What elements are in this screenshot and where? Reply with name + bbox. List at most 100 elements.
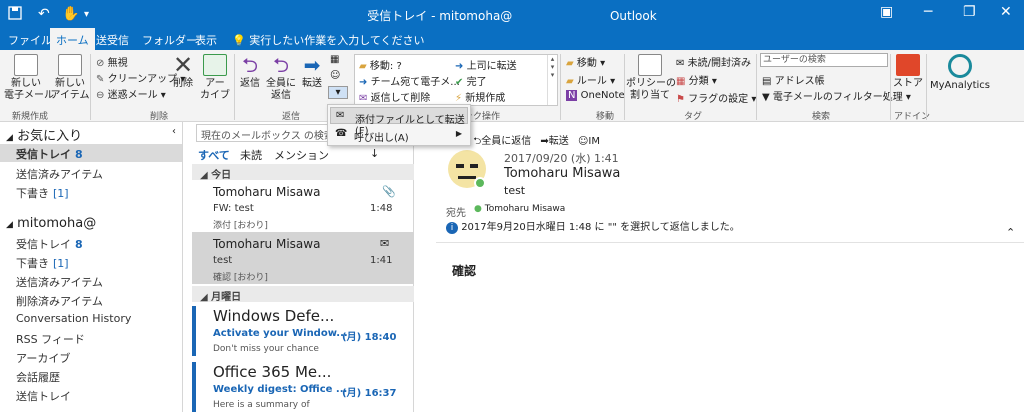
qs-done[interactable]: ✔ 完了	[455, 73, 487, 88]
folder-item-drafts-fav[interactable]: 下書き [1]	[16, 185, 69, 201]
ignore-button[interactable]: ⊘ 無視	[96, 54, 128, 69]
qs-to-manager[interactable]: ➜ 上司に転送	[455, 57, 517, 72]
categorize-button[interactable]: ▦ 分類 ▾	[676, 72, 717, 87]
qs-move[interactable]: ▰ 移動: ?	[359, 57, 402, 72]
message-list: 現在のメールボックス の検索 すべて 未読 メンション ↓ ◢ 今日 Tomoh…	[192, 122, 414, 412]
list-item[interactable]: Windows Defe... Activate your Window... …	[192, 304, 414, 358]
policy-label: ポリシーの 割り当て	[626, 78, 676, 101]
follow-up-button[interactable]: ⚑ フラグの設定 ▾	[676, 90, 756, 105]
message-from[interactable]: Tomoharu Misawa	[504, 166, 620, 181]
delete-button[interactable]: ✕ 削除	[168, 53, 198, 90]
folder-item-inbox-fav[interactable]: 受信トレイ 8	[0, 144, 182, 162]
forward-button[interactable]: ➡ 転送	[298, 54, 326, 90]
favorites-label: お気に入り	[17, 129, 83, 144]
group-header-monday[interactable]: ◢ 月曜日	[192, 286, 414, 303]
folder-item-sent-fav[interactable]: 送信済みアイテム	[16, 166, 103, 182]
folder-item-drafts[interactable]: 下書き [1]	[16, 255, 69, 271]
folder-label: 受信トレイ	[16, 238, 71, 251]
qs-scroll[interactable]: ▴ ▾ ▾	[547, 55, 557, 105]
list-item[interactable]: Office 365 Me... Weekly digest: Office .…	[192, 360, 414, 412]
submenu-arrow-icon: ▶	[455, 129, 462, 138]
reply-all-button[interactable]: ⮌ 全員に 返信	[264, 54, 298, 102]
header-divider	[436, 242, 1024, 243]
onenote-button[interactable]: N OneNote	[566, 90, 625, 101]
folder-item-archive[interactable]: アーカイブ	[16, 350, 70, 366]
reply-all-action[interactable]: ⮌全員に返信	[473, 136, 531, 147]
new-email-button[interactable]: 新しい 電子メール	[4, 54, 54, 102]
qs-reply-delete-label: 返信して削除	[370, 93, 431, 104]
restore-icon[interactable]: ❐	[963, 4, 976, 20]
filter-mentions[interactable]: メンション	[274, 147, 329, 163]
new-items-icon	[58, 54, 82, 76]
filter-all[interactable]: すべて	[198, 147, 230, 163]
junk-label: 迷惑メール	[107, 90, 158, 101]
list-item[interactable]: Tomoharu Misawa test 確認 [おわり] ✉ 1:41	[192, 232, 414, 284]
im-action[interactable]: ☺IM	[578, 136, 600, 147]
folder-item-outbox[interactable]: 送信トレイ	[16, 388, 71, 404]
window-title-text: 受信トレイ - mitomoha@	[367, 9, 513, 23]
junk-button[interactable]: ⊖ 迷惑メール ▾	[96, 86, 166, 101]
account-header[interactable]: ◢ mitomoha@	[6, 216, 96, 231]
to-recipient[interactable]: ● Tomoharu Misawa	[474, 204, 565, 214]
new-items-button[interactable]: 新しい アイテム	[50, 54, 90, 102]
group-label-tags: タグ	[684, 112, 703, 122]
cleanup-label: クリーンアップ	[107, 74, 178, 85]
new-items-label: 新しい アイテム	[50, 78, 90, 101]
collapse-pane-icon[interactable]: ‹	[172, 126, 176, 137]
draft-count: [1]	[53, 257, 69, 270]
tab-file[interactable]: ファイル	[8, 32, 52, 48]
tab-send-receive[interactable]: 送受信	[96, 32, 129, 48]
tab-view[interactable]: 表示	[195, 32, 217, 48]
qs-team-email[interactable]: ➜ チーム宛て電子メ...	[359, 73, 460, 88]
tell-me-box[interactable]: 💡 実行したい作業を入力してください	[232, 32, 425, 48]
filter-unread[interactable]: 未読	[240, 147, 262, 163]
folder-item-sent[interactable]: 送信済みアイテム	[16, 274, 103, 290]
archive-button[interactable]: アー カイブ	[200, 54, 230, 102]
folder-item-inbox[interactable]: 受信トレイ 8	[16, 236, 83, 252]
collapse-header-icon[interactable]: ⌃	[1006, 226, 1015, 239]
policy-icon	[638, 54, 662, 76]
group-label-delete: 削除	[150, 112, 169, 122]
ribbon: 新しい 電子メール 新しい アイテム 新規作成 ⊘ 無視 ✎ クリーンアップ ▾…	[0, 50, 1024, 122]
menu-item-forward-as-attachment[interactable]: ✉ 添付ファイルとして転送(F)	[330, 107, 468, 137]
favorites-header[interactable]: ◢ お気に入り	[6, 125, 82, 144]
qs-create-new[interactable]: ⚡ 新規作成	[455, 89, 505, 104]
forward-action[interactable]: ➡転送	[540, 136, 568, 147]
qs-reply-delete[interactable]: ✉ 返信して削除	[359, 89, 430, 104]
folder-item-chat-history[interactable]: 会話履歴	[16, 369, 60, 385]
collapse-triangle-icon: ◢	[6, 220, 13, 230]
minimize-icon[interactable]: ─	[924, 4, 932, 20]
menu-item-call[interactable]: ☎ 呼び出し(A) ▶	[330, 126, 468, 144]
meeting-icon[interactable]: ▦	[330, 54, 339, 65]
rules-button[interactable]: ▰ ルール ▾	[566, 72, 615, 87]
filter-icon: ▼	[762, 92, 770, 103]
im-icon[interactable]: ☺	[330, 70, 340, 81]
ribbon-display-options-icon[interactable]: ▣	[880, 4, 893, 20]
tab-folder[interactable]: フォルダー	[142, 32, 197, 48]
categorize-label: 分類	[688, 76, 709, 87]
reply-button[interactable]: ⮌ 返信	[236, 54, 264, 90]
move-button[interactable]: ▰ 移動 ▾	[566, 54, 605, 69]
store-button[interactable]: ストア	[893, 54, 923, 90]
folder-icon: ▰	[359, 61, 367, 72]
unread-read-button[interactable]: ✉ 未読/開封済み	[676, 54, 751, 69]
folder-item-rss[interactable]: RSS フィード	[16, 331, 85, 347]
quick-steps-gallery: ▰ 移動: ? ➜ チーム宛て電子メ... ✉ 返信して削除 ➜ 上司に転送 ✔…	[354, 54, 558, 106]
group-label-respond: 返信	[282, 112, 301, 122]
assign-policy-button[interactable]: ポリシーの 割り当て	[626, 54, 676, 102]
address-book-button[interactable]: ▤ アドレス帳	[762, 72, 825, 87]
sort-icon[interactable]: ↓	[370, 147, 379, 160]
folder-item-deleted[interactable]: 削除済みアイテム	[16, 293, 103, 309]
folder-item-conversation-history[interactable]: Conversation History	[16, 312, 131, 325]
filter-email-button[interactable]: ▼ 電子メールのフィルター処理 ▾	[762, 88, 911, 103]
group-header-today[interactable]: ◢ 今日	[192, 164, 414, 181]
myanalytics-button[interactable]: MyAnalytics	[928, 54, 992, 92]
search-people-input[interactable]: ユーザーの検索	[760, 53, 888, 67]
attachment-forward-icon: ✉	[336, 110, 345, 121]
group-label: 月曜日	[211, 292, 242, 303]
more-respond-icon[interactable]: ▾	[328, 86, 348, 99]
tab-home[interactable]: ホーム	[50, 28, 95, 50]
close-icon[interactable]: ✕	[1000, 4, 1012, 20]
message-time: 1:48	[370, 203, 393, 214]
list-item[interactable]: Tomoharu Misawa FW: test 添付 [おわり] 📎 1:48	[192, 182, 414, 232]
